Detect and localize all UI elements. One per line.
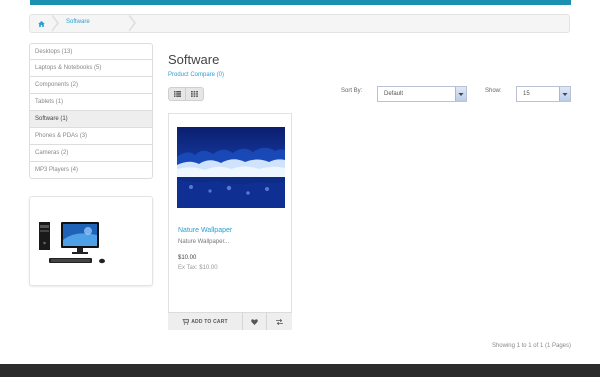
- product-actions: ADD TO CART: [168, 312, 292, 330]
- show-label: Show:: [485, 88, 502, 94]
- product-price: $10.00: [178, 255, 197, 261]
- grid-icon: [191, 91, 198, 97]
- category-item-software[interactable]: Software (1): [29, 111, 153, 128]
- chevron-down-icon: [559, 87, 570, 101]
- grid-view-button[interactable]: [186, 87, 204, 101]
- page-title: Software: [168, 52, 220, 67]
- top-accent-bar: [30, 0, 571, 5]
- desktop-computer-image: [39, 222, 105, 264]
- category-item-cameras[interactable]: Cameras (2): [29, 145, 153, 162]
- compare-product-button[interactable]: [267, 313, 292, 330]
- category-item-desktops[interactable]: Desktops (13): [29, 43, 153, 60]
- shopping-cart-icon: [182, 318, 190, 325]
- breadcrumb-separator: [128, 14, 136, 32]
- sort-select-value: Default: [384, 91, 404, 97]
- add-to-cart-button[interactable]: ADD TO CART: [168, 313, 243, 330]
- breadcrumb: Software: [29, 14, 570, 33]
- category-list: Desktops (13) Laptops & Notebooks (5) Co…: [29, 43, 153, 179]
- category-item-tablets[interactable]: Tablets (1): [29, 94, 153, 111]
- pagination-summary: Showing 1 to 1 of 1 (1 Pages): [491, 343, 571, 349]
- heart-icon: [251, 318, 258, 325]
- show-select[interactable]: 15: [516, 86, 571, 102]
- footer-bar: [0, 364, 600, 377]
- nature-wallpaper-image: [177, 127, 285, 208]
- chevron-down-icon: [455, 87, 466, 101]
- list-icon: [173, 91, 181, 97]
- home-icon: [37, 20, 45, 27]
- product-ex-tax: Ex Tax: $10.00: [178, 265, 218, 271]
- product-image[interactable]: [177, 127, 285, 208]
- sort-by-label: Sort By:: [341, 88, 363, 94]
- desktop-banner[interactable]: [29, 196, 153, 286]
- breadcrumb-separator: [51, 14, 59, 32]
- view-toggle: [168, 87, 204, 101]
- breadcrumb-home[interactable]: [30, 15, 52, 32]
- product-compare-link[interactable]: Product Compare (0): [168, 72, 224, 78]
- category-item-phones[interactable]: Phones & PDAs (3): [29, 128, 153, 145]
- product-card: Nature Wallpaper Nature Wallpaper... $10…: [168, 113, 292, 330]
- add-to-wishlist-button[interactable]: [243, 313, 267, 330]
- sort-select[interactable]: Default: [377, 86, 467, 102]
- breadcrumb-current[interactable]: Software: [66, 19, 90, 25]
- category-item-laptops[interactable]: Laptops & Notebooks (5): [29, 60, 153, 77]
- list-view-button[interactable]: [168, 87, 186, 101]
- product-name-link[interactable]: Nature Wallpaper: [178, 227, 232, 234]
- product-description: Nature Wallpaper...: [178, 239, 230, 245]
- exchange-icon: [276, 318, 283, 325]
- show-select-value: 15: [523, 91, 530, 97]
- category-item-mp3[interactable]: MP3 Players (4): [29, 162, 153, 179]
- add-to-cart-label: ADD TO CART: [191, 318, 228, 325]
- category-item-components[interactable]: Components (2): [29, 77, 153, 94]
